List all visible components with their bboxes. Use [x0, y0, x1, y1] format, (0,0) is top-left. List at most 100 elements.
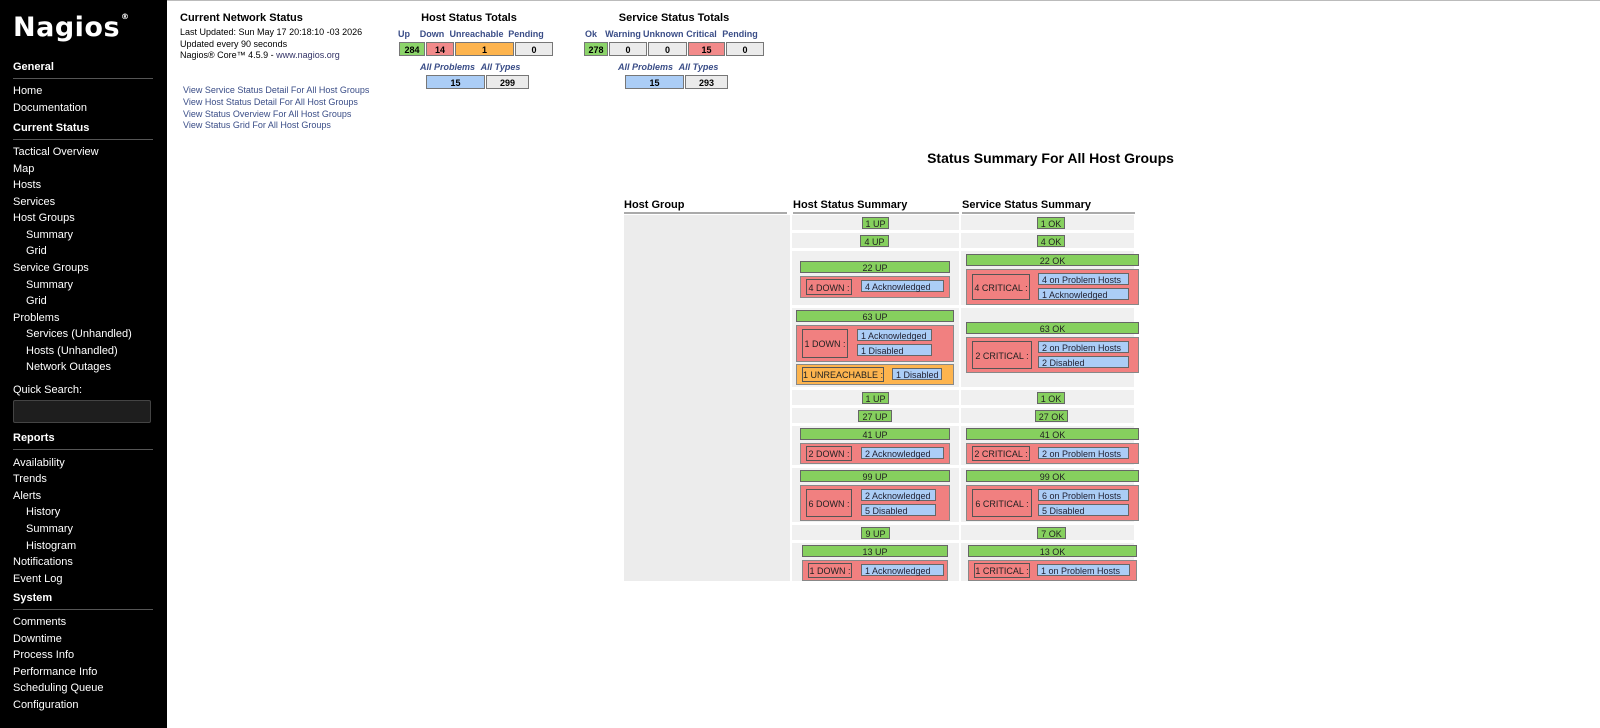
service-acknowledged-pill[interactable]: 1 Acknowledged	[1038, 288, 1129, 300]
service-ok-pill[interactable]: 13 OK	[968, 545, 1137, 557]
nav-trends[interactable]: Trends	[13, 473, 47, 485]
nav-tactical-overview[interactable]: Tactical Overview	[13, 146, 99, 158]
host-pending-header[interactable]: Pending	[507, 29, 545, 39]
host-up-pill[interactable]: 13 UP	[802, 545, 948, 557]
service-critical-label[interactable]: 6 CRITICAL :	[972, 489, 1032, 517]
nav-process-info[interactable]: Process Info	[13, 649, 74, 661]
nav-map[interactable]: Map	[13, 163, 34, 175]
svc-all-types-header[interactable]: All Types	[676, 62, 721, 72]
nagios-site-link[interactable]: www.nagios.org	[276, 50, 340, 60]
service-on-problem-hosts-pill[interactable]: 4 on Problem Hosts	[1038, 273, 1129, 285]
host-acknowledged-pill[interactable]: 2 Acknowledged	[861, 489, 936, 501]
link-host-status-detail[interactable]: View Host Status Detail For All Host Gro…	[183, 97, 358, 107]
svc-unknown-header[interactable]: Unknown	[643, 29, 684, 39]
host-disabled-pill[interactable]: 5 Disabled	[861, 504, 936, 516]
host-up-pill[interactable]: 27 UP	[858, 410, 892, 422]
svc-critical-count[interactable]: 15	[688, 42, 725, 56]
service-ok-pill[interactable]: 7 OK	[1037, 527, 1066, 539]
quick-search-input[interactable]	[13, 400, 151, 423]
service-critical-label[interactable]: 2 CRITICAL :	[972, 341, 1032, 369]
host-up-pill[interactable]: 99 UP	[800, 470, 950, 482]
svc-unknown-count[interactable]: 0	[648, 42, 687, 56]
host-acknowledged-pill[interactable]: 4 Acknowledged	[861, 280, 944, 292]
host-down-count[interactable]: 14	[426, 42, 454, 56]
svc-warning-header[interactable]: Warning	[604, 29, 642, 39]
nav-notifications[interactable]: Notifications	[13, 556, 73, 568]
host-unreachable-label[interactable]: 1 UNREACHABLE :	[802, 367, 884, 382]
host-down-label[interactable]: 1 DOWN :	[808, 563, 852, 578]
nav-alerts[interactable]: Alerts	[13, 490, 41, 502]
svc-critical-header[interactable]: Critical	[683, 29, 720, 39]
nav-services[interactable]: Services	[13, 196, 55, 208]
nav-alerts-history[interactable]: History	[26, 506, 60, 518]
svc-all-problems-count[interactable]: 15	[625, 75, 684, 89]
host-up-pill[interactable]: 63 UP	[796, 310, 954, 322]
host-up-pill[interactable]: 1 UP	[862, 392, 889, 404]
service-on-problem-hosts-pill[interactable]: 6 on Problem Hosts	[1038, 489, 1129, 501]
nav-problems[interactable]: Problems	[13, 312, 59, 324]
host-up-pill[interactable]: 4 UP	[860, 235, 889, 247]
host-down-header[interactable]: Down	[418, 29, 446, 39]
service-disabled-pill[interactable]: 2 Disabled	[1038, 356, 1129, 368]
service-ok-pill[interactable]: 27 OK	[1035, 410, 1068, 422]
host-acknowledged-pill[interactable]: 2 Acknowledged	[861, 447, 944, 459]
nav-scheduling-queue[interactable]: Scheduling Queue	[13, 682, 104, 694]
nav-alerts-histogram[interactable]: Histogram	[26, 540, 76, 552]
svc-pending-count[interactable]: 0	[726, 42, 764, 56]
host-disabled-pill[interactable]: 1 Disabled	[857, 344, 932, 356]
host-acknowledged-pill[interactable]: 1 Acknowledged	[861, 564, 944, 576]
service-on-problem-hosts-pill[interactable]: 2 on Problem Hosts	[1038, 341, 1129, 353]
nav-hosts[interactable]: Hosts	[13, 179, 41, 191]
service-disabled-pill[interactable]: 5 Disabled	[1038, 504, 1129, 516]
nav-comments[interactable]: Comments	[13, 616, 66, 628]
nav-network-outages[interactable]: Network Outages	[26, 361, 111, 373]
nav-host-groups-grid[interactable]: Grid	[26, 245, 47, 257]
nav-home[interactable]: Home	[13, 85, 42, 97]
nav-availability[interactable]: Availability	[13, 457, 65, 469]
service-ok-pill[interactable]: 99 OK	[966, 470, 1139, 482]
host-up-pill[interactable]: 22 UP	[800, 261, 950, 273]
nav-alerts-summary[interactable]: Summary	[26, 523, 73, 535]
service-ok-pill[interactable]: 41 OK	[966, 428, 1139, 440]
svc-all-problems-header[interactable]: All Problems	[616, 62, 675, 72]
service-ok-pill[interactable]: 1 OK	[1037, 217, 1065, 229]
svc-pending-header[interactable]: Pending	[721, 29, 759, 39]
host-up-pill[interactable]: 1 UP	[862, 217, 889, 229]
host-all-types-header[interactable]: All Types	[478, 62, 523, 72]
host-all-problems-header[interactable]: All Problems	[418, 62, 477, 72]
host-unreachable-disabled-pill[interactable]: 1 Disabled	[892, 368, 942, 380]
host-pending-count[interactable]: 0	[515, 42, 553, 56]
service-critical-label[interactable]: 2 CRITICAL :	[972, 446, 1030, 461]
nav-services-unhandled[interactable]: Services (Unhandled)	[26, 328, 132, 340]
nav-performance-info[interactable]: Performance Info	[13, 666, 97, 678]
nav-host-groups-summary[interactable]: Summary	[26, 229, 73, 241]
host-down-label[interactable]: 2 DOWN :	[806, 446, 852, 461]
service-ok-pill[interactable]: 1 OK	[1037, 392, 1065, 404]
nav-downtime[interactable]: Downtime	[13, 633, 62, 645]
host-up-count[interactable]: 284	[399, 42, 425, 56]
service-ok-pill[interactable]: 4 OK	[1037, 235, 1065, 247]
host-down-label[interactable]: 1 DOWN :	[802, 329, 848, 358]
svc-ok-header[interactable]: Ok	[579, 29, 603, 39]
service-critical-label[interactable]: 1 CRITICAL :	[974, 563, 1030, 578]
host-down-label[interactable]: 6 DOWN :	[806, 489, 852, 517]
host-all-types-count[interactable]: 299	[486, 75, 529, 89]
host-acknowledged-pill[interactable]: 1 Acknowledged	[857, 329, 932, 341]
nav-documentation[interactable]: Documentation	[13, 102, 87, 114]
link-status-grid[interactable]: View Status Grid For All Host Groups	[183, 120, 331, 130]
host-up-pill[interactable]: 41 UP	[800, 428, 950, 440]
service-critical-label[interactable]: 4 CRITICAL :	[972, 274, 1030, 300]
svc-warning-count[interactable]: 0	[609, 42, 647, 56]
service-on-problem-hosts-pill[interactable]: 2 on Problem Hosts	[1038, 447, 1129, 459]
nav-hosts-unhandled[interactable]: Hosts (Unhandled)	[26, 345, 118, 357]
nagios-logo[interactable]: Nagios®	[13, 12, 130, 43]
svc-all-types-count[interactable]: 293	[685, 75, 728, 89]
nav-service-groups[interactable]: Service Groups	[13, 262, 89, 274]
nav-service-groups-grid[interactable]: Grid	[26, 295, 47, 307]
nav-service-groups-summary[interactable]: Summary	[26, 279, 73, 291]
host-unreachable-header[interactable]: Unreachable	[447, 29, 506, 39]
nav-event-log[interactable]: Event Log	[13, 573, 63, 585]
host-unreachable-count[interactable]: 1	[455, 42, 514, 56]
service-on-problem-hosts-pill[interactable]: 1 on Problem Hosts	[1037, 564, 1130, 576]
link-service-status-detail[interactable]: View Service Status Detail For All Host …	[183, 85, 369, 95]
